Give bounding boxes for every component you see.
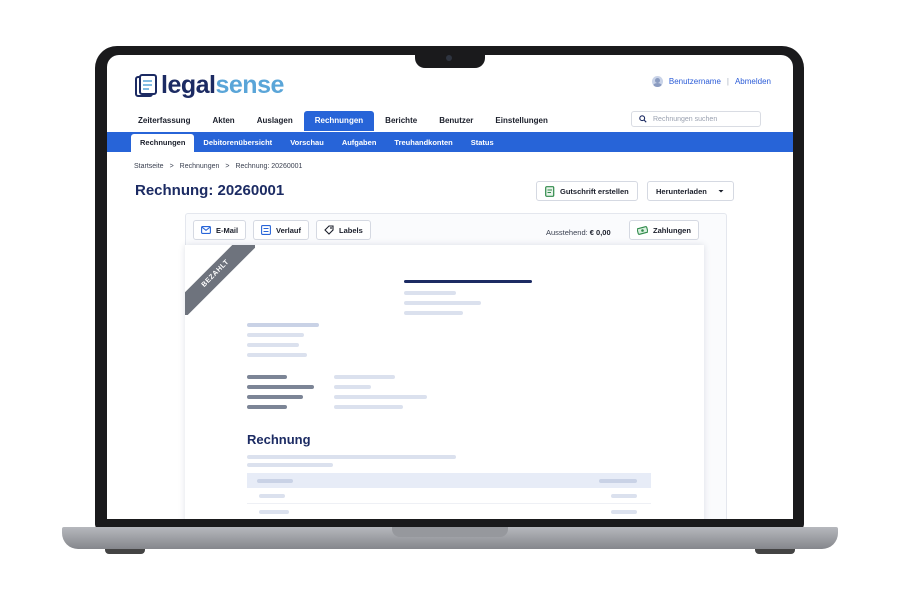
user-menu: Benutzername | Abmelden bbox=[651, 76, 771, 87]
subnav-rechnungen[interactable]: Rechnungen bbox=[131, 134, 195, 152]
user-avatar-icon bbox=[651, 76, 663, 87]
address-line bbox=[247, 333, 304, 337]
outstanding-label: Ausstehend: bbox=[546, 228, 588, 237]
breadcrumb-separator: > bbox=[169, 163, 174, 170]
document-heading: Rechnung bbox=[247, 432, 311, 447]
labels-label: Labels bbox=[339, 225, 363, 235]
address-line bbox=[247, 353, 307, 357]
tag-icon bbox=[324, 225, 334, 235]
breadcrumb: Startseite > Rechnungen > Rechnung: 2026… bbox=[134, 163, 302, 170]
payments-button[interactable]: Zahlungen bbox=[629, 220, 699, 240]
logo-text: legalsense bbox=[161, 71, 284, 99]
intro-line bbox=[247, 463, 333, 467]
nav-benutzer[interactable]: Benutzer bbox=[428, 111, 484, 131]
create-credit-note-button[interactable]: Gutschrift erstellen bbox=[536, 181, 638, 201]
breadcrumb-current: Rechnung: 20260001 bbox=[235, 163, 303, 170]
payments-label: Zahlungen bbox=[653, 225, 691, 235]
meta-value bbox=[334, 395, 427, 399]
history-icon bbox=[261, 225, 271, 235]
nav-einstellungen[interactable]: Einstellungen bbox=[484, 111, 558, 131]
nav-berichte[interactable]: Berichte bbox=[374, 111, 428, 131]
app-logo[interactable]: legalsense bbox=[135, 71, 284, 100]
sub-nav: Rechnungen Debitorenübersicht Vorschau A… bbox=[107, 132, 793, 152]
email-button[interactable]: E-Mail bbox=[193, 220, 247, 240]
address-line bbox=[247, 323, 319, 327]
table-row bbox=[247, 488, 651, 504]
main-nav: Zeiterfassung Akten Auslagen Rechnungen … bbox=[127, 111, 559, 131]
subnav-debitorenuebersicht[interactable]: Debitorenübersicht bbox=[194, 134, 281, 152]
page-title: Rechnung: 20260001 bbox=[135, 182, 285, 199]
camera-icon bbox=[446, 55, 452, 61]
app-screen: legalsense Benutzername | Abmelden Zeite… bbox=[107, 55, 793, 519]
nav-rechnungen[interactable]: Rechnungen bbox=[303, 111, 375, 131]
meta-label bbox=[247, 385, 314, 389]
document-logo-icon bbox=[135, 73, 157, 97]
table-row bbox=[247, 504, 651, 519]
username-link[interactable]: Benutzername bbox=[669, 77, 721, 86]
money-icon bbox=[637, 225, 648, 235]
intro-line bbox=[247, 455, 456, 459]
download-button[interactable]: Herunterladen bbox=[647, 181, 734, 201]
labels-button[interactable]: Labels bbox=[316, 220, 371, 240]
laptop-foot bbox=[105, 549, 145, 554]
meta-label bbox=[247, 375, 287, 379]
meta-value bbox=[334, 405, 403, 409]
nav-akten[interactable]: Akten bbox=[201, 111, 245, 131]
meta-label bbox=[247, 395, 303, 399]
nav-auslagen[interactable]: Auslagen bbox=[246, 111, 304, 131]
search-icon bbox=[639, 115, 647, 123]
search-placeholder: Rechnungen suchen bbox=[653, 115, 718, 123]
table-cell bbox=[611, 494, 637, 498]
chevron-down-icon bbox=[718, 190, 724, 193]
base-notch bbox=[392, 527, 508, 537]
table-header-cell bbox=[257, 479, 293, 483]
logout-link[interactable]: Abmelden bbox=[735, 77, 771, 86]
camera-notch bbox=[415, 46, 485, 68]
sender-line bbox=[404, 280, 532, 283]
breadcrumb-startseite[interactable]: Startseite bbox=[134, 163, 164, 170]
meta-value bbox=[334, 385, 371, 389]
history-button[interactable]: Verlauf bbox=[253, 220, 310, 240]
table-cell bbox=[259, 510, 289, 514]
paid-stamp-label: BEZAHLT bbox=[185, 245, 255, 315]
table-cell bbox=[611, 510, 637, 514]
breadcrumb-separator: > bbox=[225, 163, 230, 170]
outstanding-value: € 0,00 bbox=[589, 228, 611, 237]
sender-line bbox=[404, 311, 463, 315]
address-line bbox=[247, 343, 299, 347]
nav-zeiterfassung[interactable]: Zeiterfassung bbox=[127, 111, 201, 131]
header-separator: | bbox=[726, 77, 729, 86]
breadcrumb-rechnungen[interactable]: Rechnungen bbox=[180, 163, 220, 170]
outstanding-amount: Ausstehend: € 0,00 bbox=[546, 228, 611, 237]
create-credit-note-label: Gutschrift erstellen bbox=[560, 186, 629, 196]
meta-value bbox=[334, 375, 395, 379]
download-label: Herunterladen bbox=[656, 186, 707, 196]
mail-icon bbox=[201, 226, 211, 234]
laptop-base bbox=[62, 527, 838, 549]
subnav-treuhandkonten[interactable]: Treuhandkonten bbox=[385, 134, 461, 152]
meta-label bbox=[247, 405, 287, 409]
subnav-vorschau[interactable]: Vorschau bbox=[281, 134, 333, 152]
laptop-foot bbox=[755, 549, 795, 554]
table-cell bbox=[259, 494, 285, 498]
sender-line bbox=[404, 301, 481, 305]
email-label: E-Mail bbox=[216, 225, 239, 235]
credit-note-icon bbox=[545, 185, 555, 197]
history-label: Verlauf bbox=[276, 225, 302, 235]
table-header-cell bbox=[599, 479, 637, 483]
paid-stamp: BEZAHLT bbox=[185, 245, 255, 315]
invoice-preview: BEZAHLT Rechnung bbox=[185, 245, 704, 519]
search-input[interactable]: Rechnungen suchen bbox=[631, 111, 761, 127]
sender-line bbox=[404, 291, 456, 295]
subnav-aufgaben[interactable]: Aufgaben bbox=[333, 134, 386, 152]
table-header bbox=[247, 473, 651, 488]
subnav-status[interactable]: Status bbox=[462, 134, 503, 152]
